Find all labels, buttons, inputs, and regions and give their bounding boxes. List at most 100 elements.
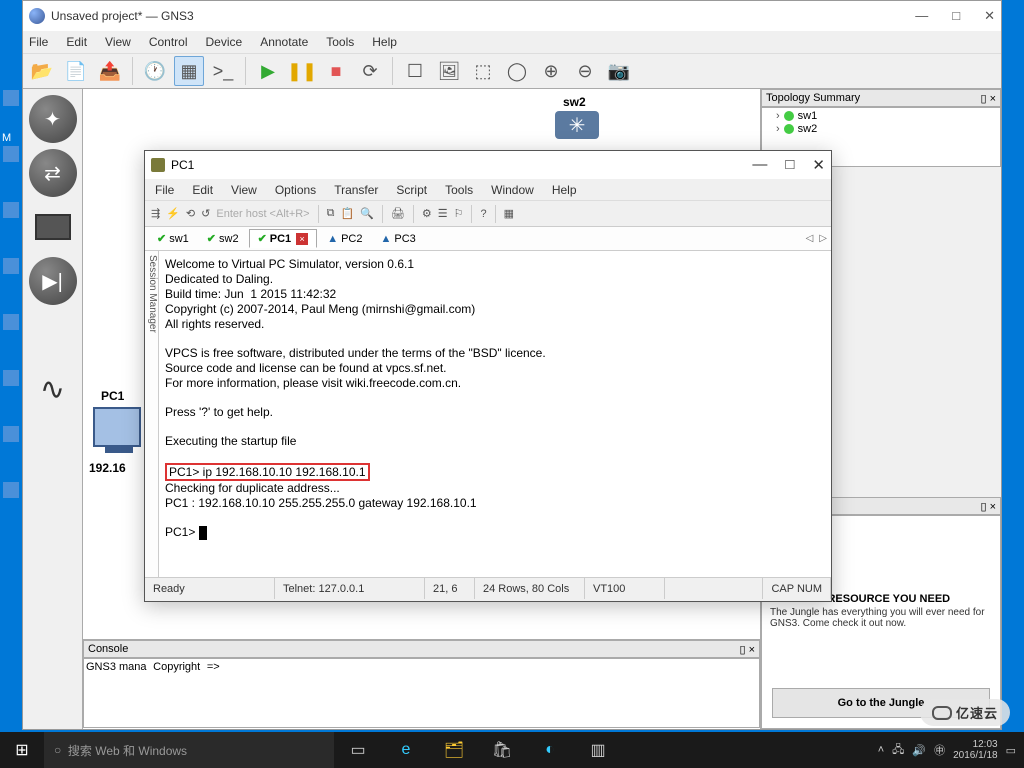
tab-sw2[interactable]: ✔sw2 <box>199 230 247 247</box>
tab-prev-icon[interactable]: ◁ <box>806 233 814 244</box>
pause-icon[interactable]: ❚❚ <box>287 56 317 86</box>
firewall-icon[interactable]: ▶| <box>29 257 77 305</box>
menu-script[interactable]: Script <box>396 183 427 197</box>
desktop-icon[interactable] <box>3 90 19 106</box>
tray-ime-icon[interactable]: ㊥ <box>934 742 945 758</box>
edge-icon[interactable]: e <box>382 732 430 768</box>
menu-annotate[interactable]: Annotate <box>260 35 308 49</box>
start-button[interactable]: ⊞ <box>0 732 44 768</box>
search-input[interactable]: ○ 搜索 Web 和 Windows <box>44 732 334 768</box>
help-icon[interactable]: ? <box>480 208 486 220</box>
menu-window[interactable]: Window <box>491 183 534 197</box>
node-sw2[interactable]: ✳ <box>555 111 599 139</box>
reconnect-icon[interactable]: ⟲ <box>186 207 195 220</box>
menu-help[interactable]: Help <box>372 35 397 49</box>
menu-view[interactable]: View <box>105 35 131 49</box>
find-icon[interactable]: 🔍 <box>360 207 374 220</box>
store-icon[interactable]: 🛍 <box>478 732 526 768</box>
app-icon[interactable]: ◐ <box>526 732 574 768</box>
maximize-button[interactable]: □ <box>952 8 960 24</box>
clock-icon[interactable]: 🕐 <box>140 56 170 86</box>
tab-pc2[interactable]: ▲PC2 <box>319 231 370 247</box>
zoom-in-icon[interactable]: ⊕ <box>536 56 566 86</box>
chat-icon[interactable]: ⚐ <box>454 207 464 220</box>
topology-item[interactable]: ›sw2 <box>764 123 998 135</box>
close-button[interactable]: ✕ <box>984 8 995 24</box>
router-icon[interactable]: ✦ <box>29 95 77 143</box>
menu-transfer[interactable]: Transfer <box>334 183 378 197</box>
desktop-icon[interactable] <box>3 258 19 274</box>
console-title[interactable]: Console▯ × <box>83 640 760 658</box>
all-devices-icon[interactable] <box>29 311 77 359</box>
stop-icon[interactable]: ■ <box>321 56 351 86</box>
app-icon[interactable]: ▥ <box>574 732 622 768</box>
annotate-image-icon[interactable]: 🖼 <box>434 56 464 86</box>
menu-tools[interactable]: Tools <box>445 183 473 197</box>
connect-icon[interactable]: ⇶ <box>151 207 160 220</box>
console-body[interactable]: GNS3 mana Copyright => <box>83 658 760 728</box>
tray-clock[interactable]: 12:03 2016/1/18 <box>953 739 998 761</box>
print-icon[interactable]: 🖨 <box>391 207 405 220</box>
open-icon[interactable]: 📂 <box>27 56 57 86</box>
tab-sw1[interactable]: ✔sw1 <box>149 230 197 247</box>
system-tray[interactable]: ˄ 🖧 🔊 ㊥ 12:03 2016/1/18 ▭ <box>870 739 1024 761</box>
menu-device[interactable]: Device <box>206 35 243 49</box>
node-pc1[interactable] <box>93 407 141 447</box>
menu-options[interactable]: Options <box>275 183 316 197</box>
desktop-icon[interactable] <box>3 426 19 442</box>
tray-network-icon[interactable]: 🖧 <box>892 741 904 760</box>
tab-next-icon[interactable]: ▷ <box>819 233 827 244</box>
maximize-button[interactable]: □ <box>785 156 794 174</box>
tiles-icon[interactable]: ▦ <box>504 207 514 220</box>
menu-control[interactable]: Control <box>149 35 188 49</box>
menu-view[interactable]: View <box>231 183 257 197</box>
select-icon[interactable]: ▦ <box>174 56 204 86</box>
settings-icon[interactable]: ⚙ <box>422 207 432 220</box>
console-icon[interactable]: >_ <box>208 56 238 86</box>
menu-edit[interactable]: Edit <box>66 35 87 49</box>
annotate-ellipse-icon[interactable]: ◯ <box>502 56 532 86</box>
annotate-rect-icon[interactable]: ☐ <box>400 56 430 86</box>
disconnect-icon[interactable]: ↺ <box>201 207 210 220</box>
tab-pc3[interactable]: ▲PC3 <box>372 231 423 247</box>
minimize-button[interactable]: — <box>915 8 928 24</box>
terminal[interactable]: Welcome to Virtual PC Simulator, version… <box>159 251 831 577</box>
desktop-icon[interactable] <box>3 370 19 386</box>
menu-edit[interactable]: Edit <box>192 183 213 197</box>
pc-icon[interactable] <box>29 203 77 251</box>
desktop-icon[interactable] <box>3 482 19 498</box>
menu-file[interactable]: File <box>29 35 48 49</box>
topology-item[interactable]: ›sw1 <box>764 110 998 122</box>
cable-icon[interactable]: ∿ <box>29 365 77 413</box>
host-input[interactable]: Enter host <Alt+R> <box>216 208 309 220</box>
tray-volume-icon[interactable]: 🔊 <box>912 744 926 757</box>
crt-titlebar[interactable]: PC1 — □ ✕ <box>145 151 831 179</box>
minimize-button[interactable]: — <box>752 156 767 174</box>
close-button[interactable]: ✕ <box>812 156 825 174</box>
menu-file[interactable]: File <box>155 183 174 197</box>
tab-pc1[interactable]: ✔PC1× <box>249 229 318 248</box>
switch-icon[interactable]: ⇄ <box>29 149 77 197</box>
desktop-icon[interactable] <box>3 314 19 330</box>
notifications-icon[interactable]: ▭ <box>1006 744 1016 757</box>
topology-title[interactable]: Topology Summary▯ × <box>761 89 1001 107</box>
menu-tools[interactable]: Tools <box>326 35 354 49</box>
desktop-icon[interactable] <box>3 202 19 218</box>
task-view-icon[interactable]: ▭ <box>334 732 382 768</box>
gns3-titlebar[interactable]: Unsaved project* — GNS3 — □ ✕ <box>23 1 1001 31</box>
copy-icon[interactable]: ⧉ <box>327 207 335 220</box>
tray-chevron-icon[interactable]: ˄ <box>878 744 884 756</box>
desktop-icon[interactable] <box>3 146 19 162</box>
menu-help[interactable]: Help <box>552 183 577 197</box>
save-icon[interactable]: 📄 <box>61 56 91 86</box>
export-icon[interactable]: 📤 <box>95 56 125 86</box>
screenshot-icon[interactable]: 📷 <box>604 56 634 86</box>
session-manager-tab[interactable]: Session Manager <box>145 251 159 577</box>
zoom-out-icon[interactable]: ⊖ <box>570 56 600 86</box>
explorer-icon[interactable]: 🗂 <box>430 732 478 768</box>
session-icon[interactable]: ☰ <box>438 207 448 220</box>
paste-icon[interactable]: 📋 <box>340 207 354 220</box>
quick-connect-icon[interactable]: ⚡ <box>166 207 180 220</box>
reload-icon[interactable]: ⟳ <box>355 56 385 86</box>
annotate-select-icon[interactable]: ⬚ <box>468 56 498 86</box>
